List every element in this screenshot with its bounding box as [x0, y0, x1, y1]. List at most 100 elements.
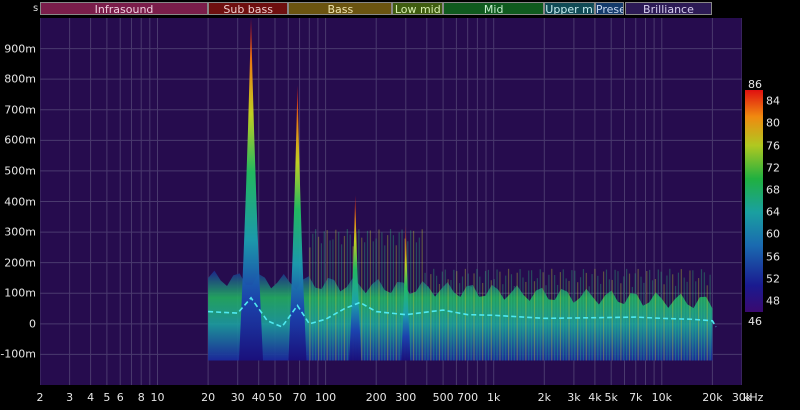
- striation: [381, 232, 383, 361]
- striation: [626, 268, 628, 361]
- x-tick-label: 20k: [702, 391, 723, 404]
- striation: [444, 269, 446, 361]
- spectrogram-canvas[interactable]: [40, 18, 742, 385]
- rt60-spectrogram-window: s Infrasound Sub bass Bass Low mid Mid Upper …: [0, 0, 800, 410]
- striation: [674, 285, 677, 361]
- y-tick-label: 500m: [4, 164, 36, 178]
- striation: [602, 271, 605, 361]
- striation: [559, 272, 561, 361]
- striation: [430, 274, 432, 361]
- striation: [433, 268, 435, 361]
- x-tick-label: 30: [230, 391, 245, 404]
- striation: [453, 269, 455, 361]
- striation: [536, 278, 538, 361]
- striation: [568, 280, 570, 361]
- striation: [418, 237, 420, 361]
- striation: [473, 273, 475, 361]
- spectrogram-plot[interactable]: [40, 18, 742, 385]
- striation: [700, 269, 703, 361]
- striation: [447, 279, 449, 361]
- striation: [410, 230, 412, 361]
- color-scale-tick-label: 72: [766, 161, 780, 175]
- striation: [669, 268, 671, 361]
- x-tick-label: 3: [66, 391, 74, 404]
- x-tick-label: 4k: [588, 391, 602, 404]
- x-tick-label: 300: [395, 391, 417, 404]
- striation: [692, 270, 694, 361]
- striation: [369, 230, 371, 361]
- band-bass[interactable]: Bass: [288, 2, 393, 15]
- striation: [588, 286, 590, 361]
- band-prese[interactable]: Prese: [594, 2, 625, 15]
- striation: [427, 286, 429, 361]
- color-scale-gradient: [745, 90, 763, 312]
- striation: [493, 279, 495, 361]
- color-scale-tick-label: 60: [766, 227, 780, 241]
- x-axis-unit: kHz: [743, 391, 764, 404]
- color-scale-tick-label: 48: [766, 294, 780, 308]
- striation: [476, 268, 478, 361]
- striation: [315, 229, 317, 361]
- striation: [459, 283, 461, 361]
- striation: [326, 230, 328, 361]
- color-scale-tick-label: 76: [766, 139, 780, 152]
- striation: [577, 282, 579, 361]
- striation: [412, 230, 415, 361]
- striation: [542, 272, 544, 361]
- x-tick-label: 50: [267, 391, 282, 404]
- color-scale-tick-label: 68: [766, 183, 780, 197]
- x-tick-label: 500: [432, 391, 454, 404]
- y-tick-label: 100m: [4, 286, 36, 300]
- striation: [441, 271, 443, 361]
- color-scale-tick-label: 80: [766, 116, 780, 130]
- striation: [461, 276, 464, 361]
- striation: [628, 273, 631, 361]
- striation: [533, 281, 536, 361]
- striation: [467, 273, 469, 361]
- band-low-mid[interactable]: Low mid: [392, 2, 444, 15]
- striation: [646, 270, 648, 361]
- band-mid[interactable]: Mid: [443, 2, 545, 15]
- striation: [421, 229, 423, 361]
- striation: [470, 287, 472, 361]
- striation: [643, 282, 645, 361]
- striation: [600, 283, 602, 361]
- band-infrasound[interactable]: Infrasound: [40, 2, 209, 15]
- striation: [482, 282, 484, 361]
- y-tick-label: 700m: [4, 103, 36, 117]
- striation: [438, 283, 441, 361]
- striation: [395, 245, 397, 361]
- x-tick-label: 8: [137, 391, 145, 404]
- striation: [548, 274, 550, 361]
- striation: [611, 279, 613, 361]
- band-upper-mi[interactable]: Upper mi: [544, 2, 595, 15]
- striation: [364, 242, 366, 361]
- band-sub-bass[interactable]: Sub bass: [208, 2, 289, 15]
- striation: [519, 269, 521, 361]
- striation: [623, 276, 625, 361]
- striation: [528, 270, 530, 361]
- striation: [323, 231, 325, 361]
- striation: [484, 271, 487, 361]
- striation: [649, 269, 651, 361]
- band-brilliance[interactable]: Brilliance: [624, 2, 713, 15]
- color-scale-tick-label: 52: [766, 272, 780, 286]
- y-tick-label: 600m: [4, 133, 36, 147]
- striation: [660, 271, 662, 361]
- color-scale-tick-label: 84: [766, 94, 780, 108]
- color-scale-max-label: 86: [748, 78, 762, 91]
- striation: [651, 280, 654, 361]
- striation: [620, 283, 622, 361]
- striation: [346, 229, 348, 361]
- striation: [631, 286, 633, 361]
- x-tick-label: 70: [292, 391, 307, 404]
- y-tick-label: 800m: [4, 72, 36, 86]
- y-tick-label: 900m: [4, 42, 36, 56]
- striation: [516, 272, 518, 361]
- striation: [706, 285, 708, 361]
- striation: [579, 277, 582, 361]
- x-tick-label: 200: [365, 391, 387, 404]
- striation: [502, 284, 504, 361]
- striation: [375, 238, 377, 361]
- striation: [672, 274, 674, 361]
